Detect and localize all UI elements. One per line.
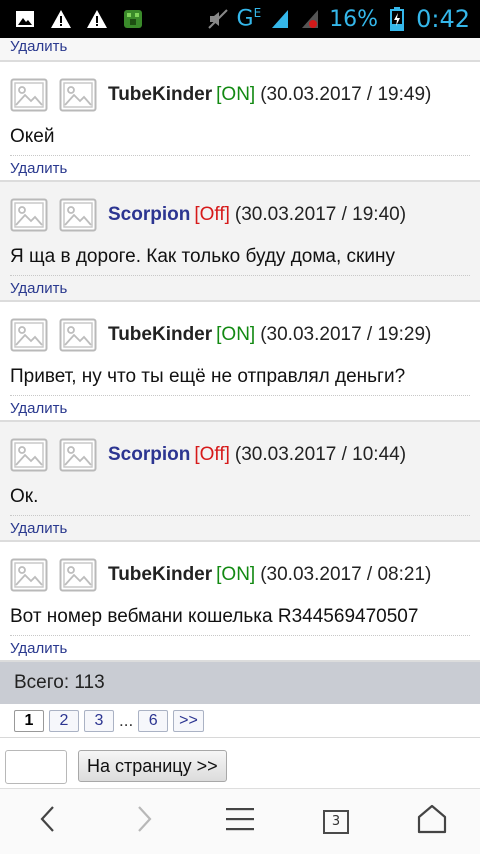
menu-icon — [224, 806, 256, 837]
photo-placeholder-icon[interactable] — [59, 558, 97, 592]
delete-link[interactable]: Удалить — [10, 280, 67, 298]
message-header: TubeKinder [ON] (30.03.2017 / 19:29) — [10, 302, 470, 364]
network-type: GE — [236, 6, 262, 32]
avatar-placeholder-icon[interactable] — [10, 78, 48, 112]
delete-link[interactable]: Удалить — [10, 160, 67, 178]
message-item: TubeKinder [ON] (30.03.2017 / 08:21) Вот но… — [0, 542, 480, 662]
message-date: (30.03.2017 / 08:21) — [260, 564, 432, 585]
clock: 0:42 — [416, 5, 470, 33]
message-header: TubeKinder [ON] (30.03.2017 / 08:21) — [10, 542, 470, 604]
message-date: (30.03.2017 / 19:49) — [260, 84, 432, 105]
message-item: Scorpion [Off] (30.03.2017 / 10:44) Ок. Удал… — [0, 422, 480, 542]
home-icon — [416, 804, 448, 839]
avatar-placeholder-icon[interactable] — [10, 438, 48, 472]
pagination: 1 2 3 ... 6 >> — [0, 704, 480, 738]
message-item: TubeKinder [ON] (30.03.2017 / 19:49) Окей Уд… — [0, 62, 480, 182]
delete-link[interactable]: Удалить — [10, 520, 67, 538]
app-icon — [122, 9, 144, 29]
author-name[interactable]: Scorpion — [108, 444, 190, 466]
page-number-input[interactable] — [5, 750, 67, 784]
battery-charging-icon — [386, 7, 408, 31]
forward-icon — [134, 804, 154, 839]
author-name[interactable]: TubeKinder — [108, 324, 212, 346]
forward-button[interactable] — [96, 789, 192, 854]
author-name[interactable]: TubeKinder — [108, 84, 212, 106]
online-status: [Off] — [194, 204, 230, 225]
author-name[interactable]: Scorpion — [108, 204, 190, 226]
message-text: Вот номер вебмани кошелька R344569470507 — [10, 604, 470, 636]
signal-icon — [269, 9, 291, 29]
online-status: [Off] — [194, 444, 230, 465]
message-date: (30.03.2017 / 19:40) — [234, 204, 407, 225]
page-link-last[interactable]: 6 — [138, 709, 169, 732]
message-date: (30.03.2017 / 19:29) — [260, 324, 432, 345]
message-text: Ок. — [10, 484, 470, 516]
menu-button[interactable] — [192, 789, 288, 854]
back-icon — [38, 804, 58, 839]
pagination-ellipsis: ... — [119, 710, 134, 730]
delete-link[interactable]: Удалить — [10, 640, 67, 658]
message-text: Привет, ну что ты ещё не отправлял деньг… — [10, 364, 470, 396]
signal-no-sim-icon — [299, 9, 321, 29]
status-bar: GE 16% 0:42 — [0, 0, 480, 38]
online-status: [ON] — [216, 564, 256, 585]
message-text: Окей — [10, 124, 470, 156]
photo-placeholder-icon[interactable] — [59, 318, 97, 352]
message-header: Scorpion [Off] (30.03.2017 / 19:40) — [10, 182, 470, 244]
page-link-3[interactable]: 3 — [84, 709, 114, 732]
battery-percent: 16% — [329, 6, 379, 32]
tabs-button[interactable]: 3 — [288, 789, 384, 854]
message-header: TubeKinder [ON] (30.03.2017 / 19:49) — [10, 62, 470, 124]
previous-message-footer: Удалить — [0, 38, 480, 62]
home-button[interactable] — [384, 789, 480, 854]
online-status: [ON] — [216, 324, 256, 345]
message-item: TubeKinder [ON] (30.03.2017 / 19:29) Привет… — [0, 302, 480, 422]
notification-icons — [0, 9, 144, 29]
warning-icon — [86, 9, 108, 29]
avatar-placeholder-icon[interactable] — [10, 558, 48, 592]
back-button[interactable] — [0, 789, 96, 854]
author-name[interactable]: TubeKinder — [108, 564, 212, 586]
message-item: Scorpion [Off] (30.03.2017 / 19:40) Я ща в … — [0, 182, 480, 302]
photo-placeholder-icon[interactable] — [59, 78, 97, 112]
message-list: TubeKinder [ON] (30.03.2017 / 19:49) Окей Уд… — [0, 62, 480, 662]
delete-link[interactable]: Удалить — [10, 38, 67, 55]
total-count: Всего: 113 — [0, 662, 480, 704]
goto-page-button[interactable]: На страницу >> — [78, 750, 227, 782]
delete-link[interactable]: Удалить — [10, 400, 67, 418]
tabs-icon: 3 — [323, 809, 349, 834]
page-content: Удалить TubeKinder [ON] (30.03.2017 / 19:4… — [0, 38, 480, 788]
avatar-placeholder-icon[interactable] — [10, 198, 48, 232]
browser-navbar: 3 — [0, 788, 480, 854]
warning-icon — [50, 9, 72, 29]
online-status: [ON] — [216, 84, 256, 105]
image-icon — [14, 9, 36, 29]
page-link-1[interactable]: 1 — [14, 709, 44, 732]
goto-page-form: На страницу >> — [0, 738, 480, 784]
photo-placeholder-icon[interactable] — [59, 438, 97, 472]
mute-icon — [207, 9, 229, 29]
avatar-placeholder-icon[interactable] — [10, 318, 48, 352]
photo-placeholder-icon[interactable] — [59, 198, 97, 232]
message-date: (30.03.2017 / 10:44) — [234, 444, 407, 465]
message-text: Я ща в дороге. Как только буду дома, ски… — [10, 244, 470, 276]
next-page-link[interactable]: >> — [173, 709, 204, 732]
message-header: Scorpion [Off] (30.03.2017 / 10:44) — [10, 422, 470, 484]
page-link-2[interactable]: 2 — [49, 709, 79, 732]
system-indicators: GE 16% 0:42 — [207, 5, 480, 33]
